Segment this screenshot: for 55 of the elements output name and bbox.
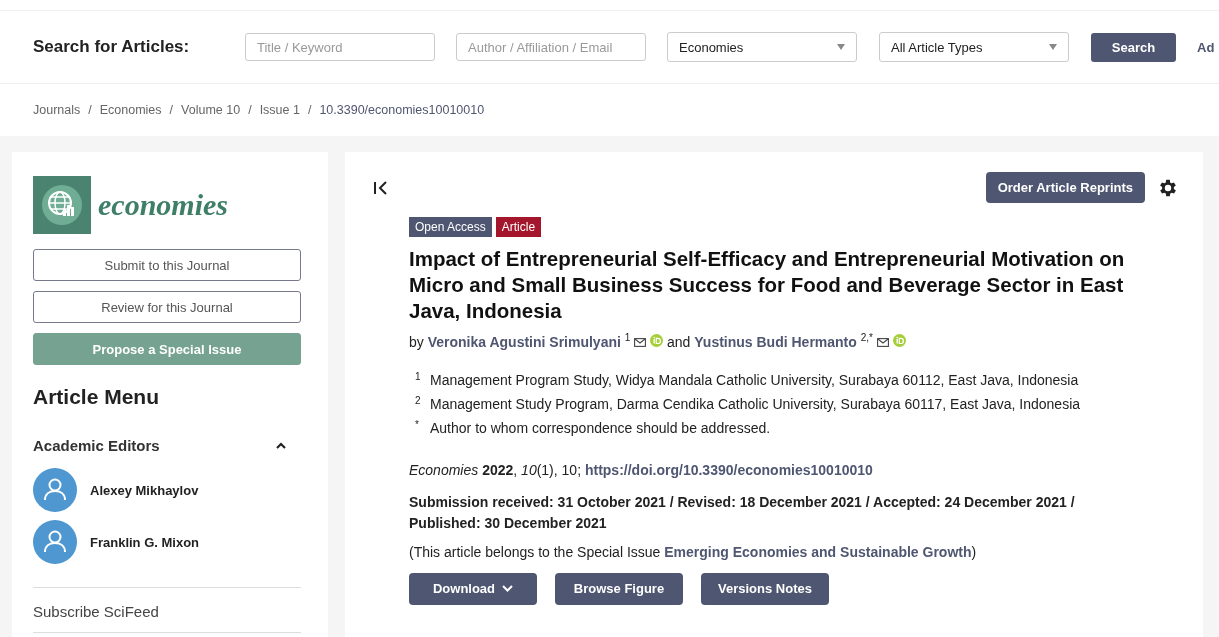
article-action-button[interactable]: Versions Notes [701,572,829,605]
article-action-button[interactable]: Browse Figure [555,572,683,605]
email-icon[interactable] [876,337,889,347]
advanced-link[interactable]: Ad [1197,39,1215,55]
breadcrumb-separator: / [248,103,252,117]
chevron-up-icon[interactable] [275,441,287,450]
collapse-sidebar-icon[interactable] [373,180,389,195]
publication-dates: Submission received: 31 October 2021 / Revised: 18 December 2021 / Accepted: 24 December 2021 / Published: 30 December 2021 [409,492,1076,533]
breadcrumb-separator: / [169,103,174,117]
chevron-down-icon [502,585,514,593]
special-issue-note: (This article belongs to the Special Issue Emerging Economies and Sustainable Growth) [409,543,978,560]
article-title: Impact of Entrepreneurial Self-Efficacy and Entrepreneurial Motivation on Micro and Small Business Success for Food and Beverage Sector in East Java, Indonesia [409,246,1126,324]
caret-down-icon [1049,44,1057,50]
breadcrumb-link[interactable]: Volume 10 [181,103,241,117]
author-line: by Veronika Agustini Srimulyani $^{1}$ and Yustinus Budi Hermanto $^{2,*}$ [409,332,1179,350]
sidebar-link[interactable]: Subscribe SciFeed [33,587,301,633]
user-avatar-icon [33,520,77,564]
breadcrumb-link[interactable]: 10.3390/economies10010010 [319,103,485,117]
dropdown[interactable]: All Article Types [879,32,1069,62]
affiliation-mark: 1 [415,369,422,384]
caret-down-icon [837,44,845,50]
doi-link[interactable]: https://doi.org/10.3390/economies10010010 [584,461,873,478]
affiliation-mark: * [415,417,420,432]
article-action-button[interactable]: Download [409,572,537,605]
search-field[interactable]: Author / Affiliation / Email [456,33,646,61]
author-link[interactable]: Veronika Agustini Srimulyani [427,333,621,350]
affiliation-text: Management Program Study, Widya Mandala Catholic University, Surabaya 60112, East Java, Indonesia [430,370,1079,390]
search-label: Search for Articles: [33,37,191,57]
breadcrumb-link[interactable]: Economies [99,103,162,117]
breadcrumb-link[interactable]: Issue 1 [259,103,300,117]
editor-name[interactable]: Alexey Mikhaylov [90,482,199,498]
special-issue-link[interactable]: Emerging Economies and Sustainable Growth [664,543,972,560]
search-field[interactable]: Title / Keyword [245,33,435,61]
section-title: Academic Editors [33,437,160,454]
user-avatar-icon [33,468,77,512]
editor-name[interactable]: Franklin G. Mixon [90,534,200,550]
sidebar-button[interactable]: Submit to this Journal [33,249,301,281]
breadcrumb-separator: / [307,103,312,117]
affiliation-text: Author to whom correspondence should be addressed. [430,418,771,438]
menu-title: Article Menu [33,385,161,409]
breadcrumb-link[interactable]: Journals [33,103,81,117]
article-badge: Open Access [409,217,492,237]
order-reprints-button[interactable]: Order Article Reprints [985,172,1145,203]
author-link[interactable]: Yustinus Budi Hermanto [694,333,857,350]
article-badge: Article [495,217,542,237]
email-icon[interactable] [634,337,647,347]
sidebar-button[interactable]: Review for this Journal [33,291,301,323]
affiliation-text: Management Study Program, Darma Cendika Catholic University, Surabaya 60117, East Java, Indonesia [430,394,1081,414]
dropdown[interactable]: Economies [667,32,857,62]
affiliation-mark: 2 [415,393,422,408]
globe-chart-logo-icon [33,176,91,234]
search-button[interactable]: Search [1091,32,1176,62]
journal-name: economies [98,188,228,222]
breadcrumb-separator: / [88,103,92,117]
citation-text: Economies 2022, 10(1), 10; https://doi.org/10.3390/economies10010010 [409,461,874,478]
